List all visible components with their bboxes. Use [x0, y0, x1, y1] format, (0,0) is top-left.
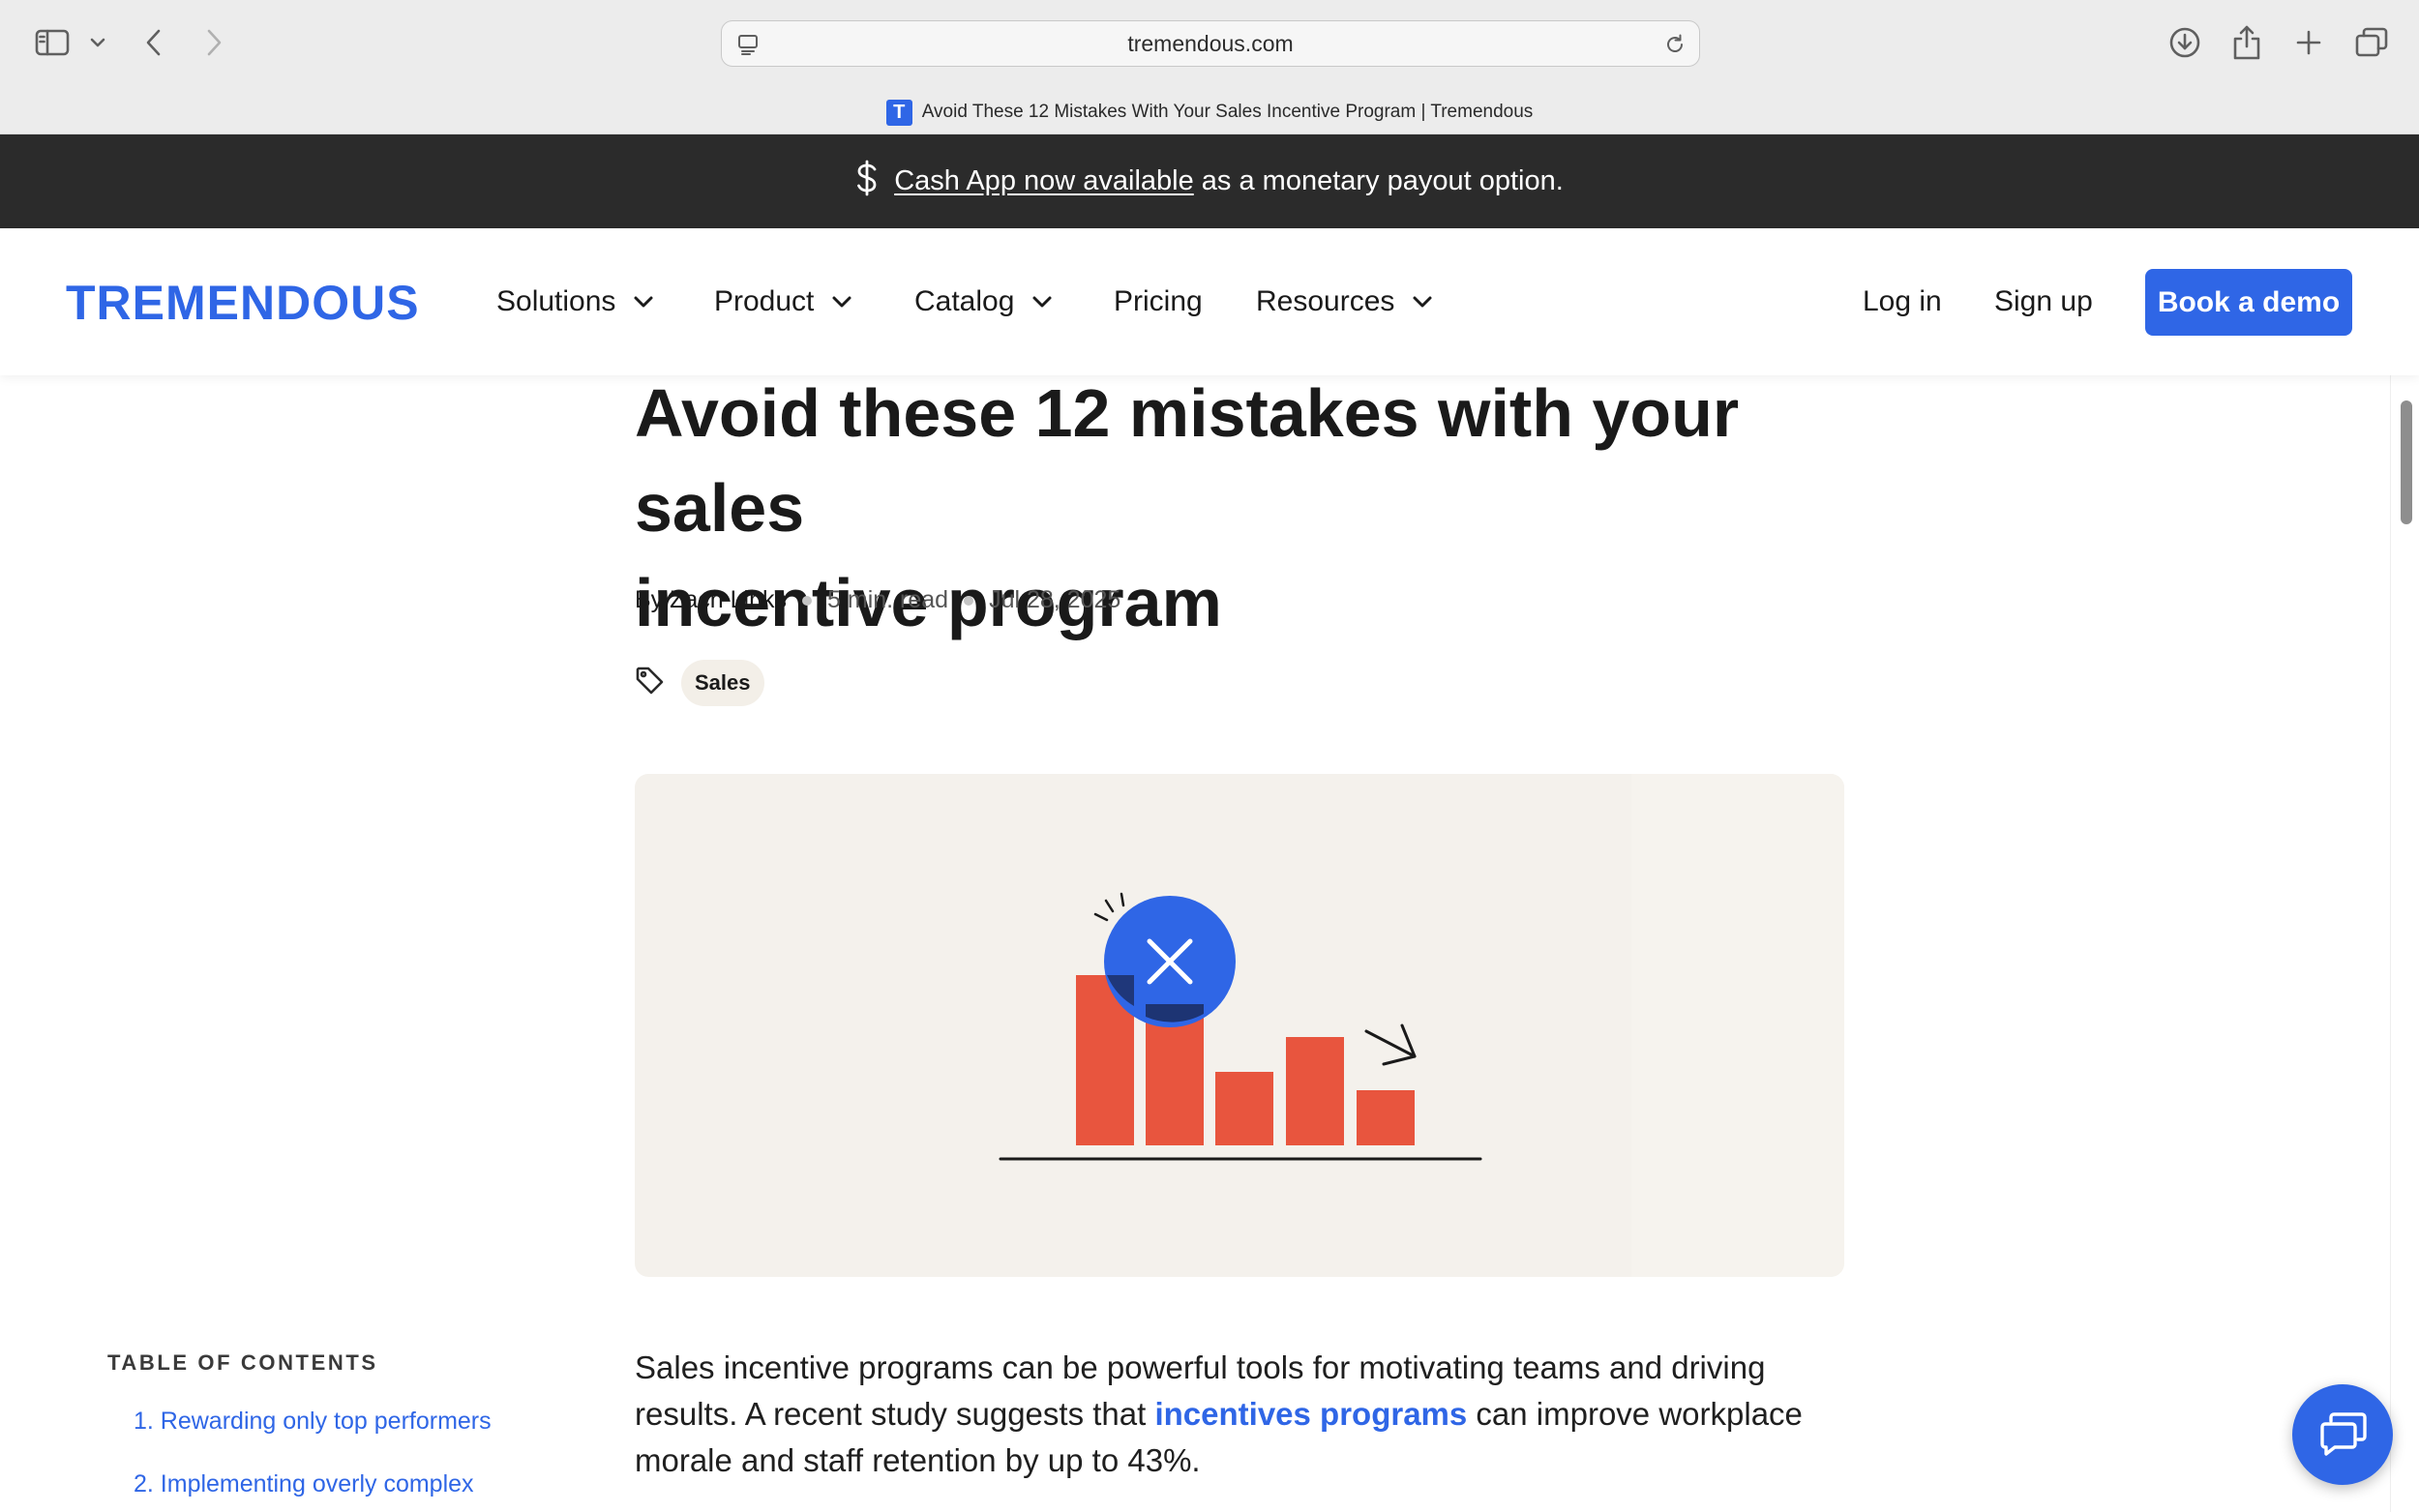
nav-pricing[interactable]: Pricing: [1114, 228, 1203, 375]
nav-product[interactable]: Product: [714, 228, 852, 375]
tag-sales[interactable]: Sales: [681, 660, 764, 706]
url-text[interactable]: tremendous.com: [722, 21, 1699, 68]
illustration-bar: [1215, 1072, 1273, 1145]
dollar-icon: [855, 160, 879, 204]
announcement-text: as a monetary payout option.: [1201, 165, 1564, 196]
separator-dot: [964, 595, 974, 606]
tab-favicon: T: [885, 99, 912, 126]
nav-label: Product: [714, 285, 815, 317]
toc-heading: TABLE OF CONTENTS: [107, 1350, 378, 1375]
chevron-down-icon[interactable]: [87, 33, 108, 52]
chevron-down-icon: [832, 296, 851, 308]
tag-icon: [635, 666, 666, 701]
scrollbar-track[interactable]: [2390, 375, 2419, 1512]
chevron-down-icon: [1413, 296, 1432, 308]
share-icon[interactable]: [2227, 21, 2266, 64]
active-tab[interactable]: T Avoid These 12 Mistakes With Your Sale…: [0, 93, 2419, 132]
nav-resources[interactable]: Resources: [1256, 228, 1433, 375]
cash-app-link[interactable]: Cash App now available: [894, 165, 1194, 196]
hero-illustration: [635, 774, 1844, 1277]
nav-label: Catalog: [914, 285, 1015, 317]
browser-chrome: tremendous.com T Avoid These 12 Mistakes…: [0, 0, 2419, 134]
nav-solutions[interactable]: Solutions: [496, 228, 654, 375]
sidebar-toggle-icon[interactable]: [33, 26, 72, 59]
tab-title: Avoid These 12 Mistakes With Your Sales …: [921, 102, 1534, 122]
back-icon[interactable]: [139, 25, 168, 60]
article-title-line1: Avoid these 12 mistakes with your sales: [635, 375, 1740, 546]
downloads-icon[interactable]: [2165, 23, 2204, 62]
nav-label: Resources: [1256, 285, 1395, 317]
read-time: 5 min. read: [827, 586, 949, 613]
nav-catalog[interactable]: Catalog: [914, 228, 1053, 375]
nav-label: Pricing: [1114, 285, 1203, 317]
forward-icon[interactable]: [199, 25, 228, 60]
new-tab-icon[interactable]: [2289, 23, 2328, 62]
nav-label: Solutions: [496, 285, 616, 317]
toc-item[interactable]: 2. Implementing overly complex: [134, 1470, 474, 1498]
article-intro: Sales incentive programs can be powerful…: [635, 1345, 1854, 1484]
chevron-down-icon: [1032, 296, 1052, 308]
signup-link[interactable]: Sign up: [1994, 228, 2093, 375]
toc-item[interactable]: 1. Rewarding only top performers: [134, 1408, 492, 1436]
site-navigation: TREMENDOUS Solutions Product Catalog Pri…: [0, 228, 2419, 375]
article-author[interactable]: By Zach Links: [635, 586, 787, 614]
separator-dot: [802, 595, 813, 606]
chevron-down-icon: [634, 296, 653, 308]
login-link[interactable]: Log in: [1863, 228, 1942, 375]
declining-bars-illustration: [999, 774, 1844, 1277]
address-bar[interactable]: tremendous.com: [721, 20, 1700, 67]
book-demo-button[interactable]: Book a demo: [2145, 269, 2352, 336]
reload-icon[interactable]: [1660, 30, 1689, 59]
scrollbar-thumb[interactable]: [2401, 400, 2412, 524]
incentives-programs-link[interactable]: incentives programs: [1154, 1396, 1467, 1432]
illustration-bar: [1286, 1037, 1344, 1145]
illustration-bar: [1357, 1090, 1415, 1145]
publish-date: Jul 28, 2025: [989, 586, 1121, 613]
chat-button[interactable]: [2292, 1384, 2393, 1485]
article-meta: By Zach Links 5 min. read Jul 28, 2025: [635, 586, 1120, 614]
announcement-bar: Cash App now available as a monetary pay…: [0, 134, 2419, 228]
tab-overview-icon[interactable]: [2351, 23, 2392, 62]
chat-icon: [2320, 1412, 2367, 1456]
tremendous-logo[interactable]: TREMENDOUS: [66, 275, 420, 331]
article-tags: Sales: [635, 660, 764, 706]
